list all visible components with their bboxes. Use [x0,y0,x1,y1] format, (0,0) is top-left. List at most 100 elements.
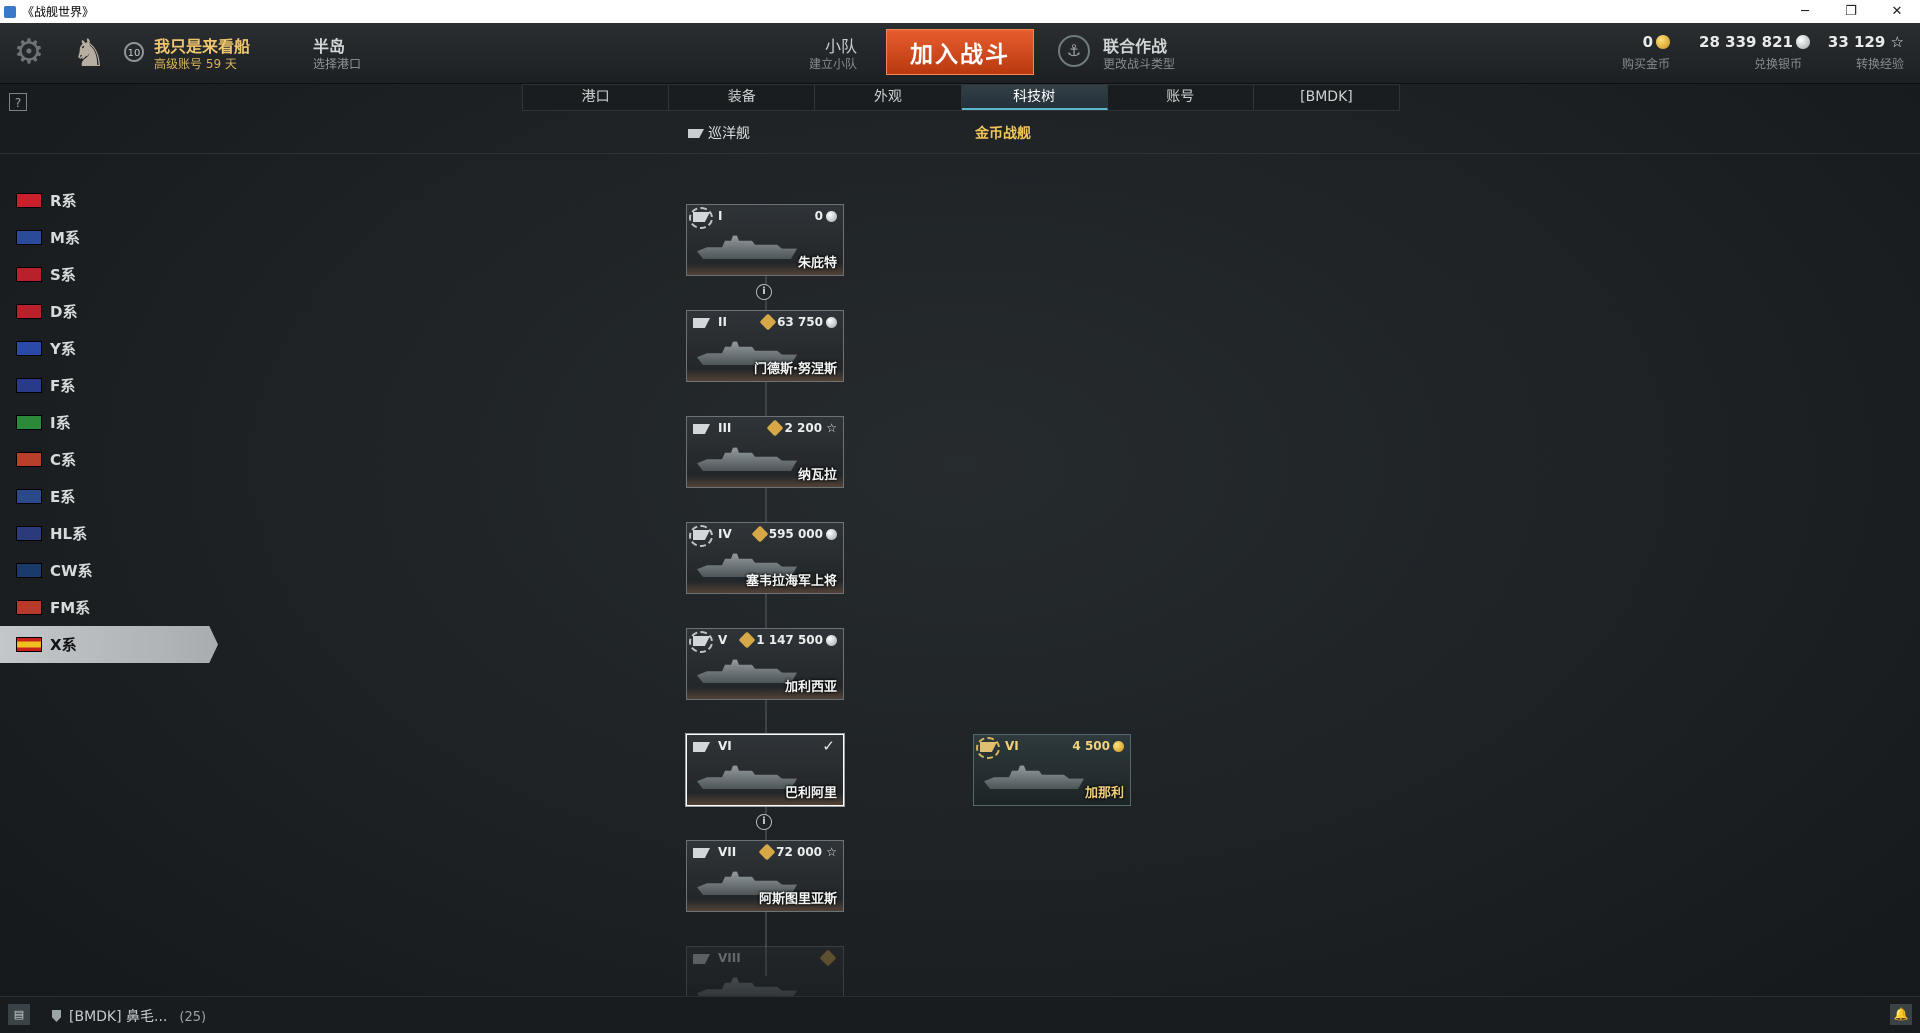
nation-label: F系 [50,377,76,395]
ship-image [697,235,797,259]
premium-account-status[interactable]: 高级账号 59 天 [154,55,237,72]
nation-item[interactable]: C系 [0,441,220,478]
research-tag-icon [738,631,756,649]
silver-balance[interactable]: 28 339 821 [1660,33,1810,51]
ship-name: 巴利阿里 [784,786,837,801]
close-button[interactable]: ✕ [1874,0,1920,23]
tab-tech-tree[interactable]: 科技树 [961,85,1108,110]
ship-card-tier-1[interactable]: I 0 朱庇特 [686,204,844,276]
flag-icon [16,415,42,430]
ship-image [697,659,797,683]
ship-card-tier-8-locked[interactable]: VIII [686,946,844,996]
research-tag-icon [751,525,769,543]
online-count: (25) [179,1010,207,1025]
ship-image [697,447,797,471]
nation-item[interactable]: R系 [0,182,220,219]
select-port-link[interactable]: 选择港口 [313,55,361,72]
ship-tier: V [718,633,728,647]
ship-cost: 2 200 ☆ [766,419,837,437]
battle-mode-icon[interactable]: ⚓ [1058,35,1090,67]
clan-chat-channel[interactable]: [BMDK] 鼻毛... (25) [52,1006,206,1026]
nation-item[interactable]: E系 [0,478,220,515]
ship-tier: VIII [718,951,741,965]
ship-card-tier-2[interactable]: II 63 750 门德斯·努涅斯 [686,310,844,382]
clan-channel-name: [BMDK] 鼻毛... [69,1009,168,1025]
tab-exterior[interactable]: 外观 [815,85,962,110]
nation-item[interactable]: I系 [0,404,220,441]
tab-account[interactable]: 账号 [1108,85,1254,110]
nation-label: D系 [50,303,78,321]
nation-item[interactable]: S系 [0,256,220,293]
nation-item[interactable]: HL系 [0,515,220,552]
nation-item[interactable]: M系 [0,219,220,256]
flag-icon [16,304,42,319]
battle-mode-name[interactable]: 联合作战 [1103,33,1167,57]
tab-port[interactable]: 港口 [523,85,670,110]
flag-icon [16,267,42,282]
xp-star-icon: ☆ [826,845,837,859]
ship-tier: VI [718,739,732,753]
info-icon[interactable]: i [756,814,772,830]
nation-item[interactable]: D系 [0,293,220,330]
squad-button[interactable]: 小队 [805,33,857,57]
nation-label: C系 [50,451,77,469]
silver-coin-icon [826,635,837,646]
ship-name: 阿斯图里亚斯 [758,892,837,907]
ship-tier: III [718,421,732,435]
tab-equipment[interactable]: 装备 [669,85,816,110]
ship-image [697,977,797,996]
notification-bell-icon[interactable]: 🔔 [1890,1004,1912,1025]
nation-label: CW系 [50,562,93,580]
cruiser-class-icon [693,954,710,964]
subtab-cruisers[interactable]: 巡洋舰 [688,123,750,143]
research-tag-icon [759,313,777,331]
username[interactable]: 我只是来看船 [154,33,250,57]
tab-clan[interactable]: [BMDK] [1254,85,1399,110]
nation-label: E系 [50,488,76,506]
flag-icon [16,193,42,208]
cruiser-class-icon [693,424,710,434]
xp-star-icon: ☆ [826,421,837,435]
nation-item-selected[interactable]: X系 [0,626,218,663]
ship-name: 门德斯·努涅斯 [754,362,837,377]
change-battle-type-link[interactable]: 更改战斗类型 [1103,55,1175,72]
ship-cost: 1 147 500 [738,631,837,649]
nation-label: FM系 [50,599,91,617]
chat-icon[interactable]: ▤ [8,1004,30,1025]
player-emblem-icon[interactable]: ♞ [64,29,114,77]
ship-tier: IV [718,527,732,541]
help-button[interactable]: ? [9,93,27,111]
subtab-premium-ships[interactable]: 金币战舰 [975,123,1031,143]
ship-card-tier-4[interactable]: IV 595 000 塞韦拉海军上将 [686,522,844,594]
research-tag-icon [766,419,784,437]
nation-item[interactable]: FM系 [0,589,220,626]
restore-button[interactable]: ❐ [1828,0,1874,23]
flag-icon [16,600,42,615]
clan-shield-icon [52,1010,61,1022]
ship-image [697,765,797,789]
minimize-button[interactable]: ─ [1782,0,1828,23]
free-xp-balance[interactable]: 33 129 ☆ [1800,33,1904,51]
ship-card-tier-7[interactable]: VII 72 000 ☆ 阿斯图里亚斯 [686,840,844,912]
silver-coin-icon [826,317,837,328]
flag-icon [16,637,42,652]
port-name[interactable]: 半岛 [313,33,345,57]
settings-gear-icon[interactable]: ⚙ [10,33,48,71]
ship-card-tier-5[interactable]: V 1 147 500 加利西亚 [686,628,844,700]
gold-coin-icon [1113,741,1124,752]
ship-card-tier-3[interactable]: III 2 200 ☆ 纳瓦拉 [686,416,844,488]
nation-item[interactable]: Y系 [0,330,220,367]
window-title: 《战舰世界》 [22,5,95,19]
ship-card-tier-6-selected[interactable]: VI ✓ 巴利阿里 [686,734,844,806]
convert-xp-label[interactable]: 转换经验 [1800,55,1904,72]
subtab-cruisers-label: 巡洋舰 [708,126,750,142]
exchange-silver-label[interactable]: 兑换银币 [1660,55,1802,72]
nation-item[interactable]: F系 [0,367,220,404]
nation-item[interactable]: CW系 [0,552,220,589]
ship-name: 塞韦拉海军上将 [745,574,837,589]
join-battle-button[interactable]: 加入战斗 [886,29,1034,75]
info-icon[interactable]: i [756,284,772,300]
gold-value: 0 [1642,33,1653,51]
premium-ship-card[interactable]: VI 4 500 加那利 [973,734,1131,806]
ship-tier: I [718,209,723,223]
